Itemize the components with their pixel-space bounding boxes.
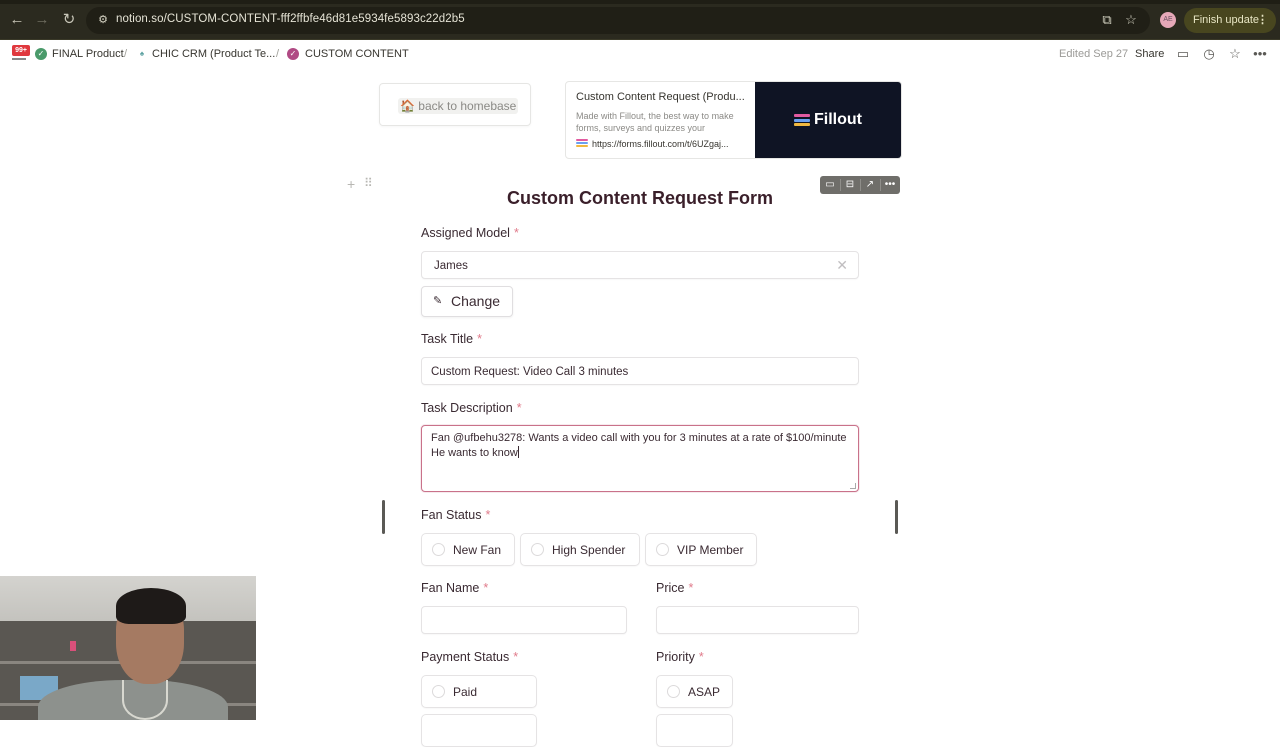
- price-label: Price *: [656, 581, 694, 595]
- task-description-label: Task Description *: [421, 401, 522, 415]
- fan-name-input[interactable]: [421, 606, 627, 634]
- assigned-model-value: James: [434, 260, 468, 272]
- bookmark-title: Custom Content Request (Produ...: [576, 91, 745, 103]
- fan-status-label: Fan Status *: [421, 508, 491, 522]
- drag-handle-icon[interactable]: ⠿: [364, 176, 373, 190]
- option-label: New Fan: [453, 543, 502, 557]
- fillout-logo-text: Fillout: [814, 111, 862, 128]
- check-badge-icon: ✓: [287, 48, 299, 60]
- embed-resize-handle-left[interactable]: [382, 500, 385, 534]
- more-vertical-icon: ⋮: [1257, 14, 1268, 26]
- price-input[interactable]: [656, 606, 859, 634]
- radio-icon: [531, 543, 544, 556]
- breadcrumb-item-final-product[interactable]: FINAL Product: [52, 48, 124, 60]
- radio-icon: [432, 685, 445, 698]
- bookmark-preview-image: Fillout: [755, 82, 901, 158]
- task-description-textarea[interactable]: Fan @ufbehu3278: Wants a video call with…: [421, 425, 859, 492]
- address-bar[interactable]: ⚙ notion.so/CUSTOM-CONTENT-fff2ffbfe46d8…: [86, 7, 1150, 34]
- radio-icon: [432, 543, 445, 556]
- more-options-icon[interactable]: •••: [1252, 46, 1268, 62]
- breadcrumb-separator: /: [124, 48, 128, 60]
- edited-timestamp: Edited Sep 27: [1059, 48, 1129, 60]
- option-label: ASAP: [688, 685, 721, 699]
- priority-option-next[interactable]: [656, 714, 733, 747]
- fan-status-option-high-spender[interactable]: High Spender: [520, 533, 640, 566]
- breadcrumb-item-custom-content[interactable]: CUSTOM CONTENT: [305, 48, 409, 60]
- fillout-bookmark-card[interactable]: Custom Content Request (Produ... Made wi…: [565, 81, 902, 159]
- shelf-item: [70, 641, 76, 651]
- fillout-favicon-icon: [576, 139, 588, 149]
- bookmark-description: Made with Fillout, the best way to make …: [576, 111, 734, 133]
- change-model-button[interactable]: ✎ Change: [421, 286, 513, 317]
- breadcrumb-separator: /: [276, 48, 280, 60]
- site-settings-icon[interactable]: ⚙: [96, 13, 110, 27]
- profile-avatar[interactable]: AE: [1160, 12, 1176, 28]
- radio-icon: [667, 685, 680, 698]
- option-label: Paid: [453, 685, 478, 699]
- payment-status-label: Payment Status *: [421, 650, 519, 664]
- payment-status-option-paid[interactable]: Paid: [421, 675, 537, 708]
- payment-status-option-next[interactable]: [421, 714, 537, 747]
- notification-badge[interactable]: 99+: [12, 45, 30, 56]
- history-clock-icon[interactable]: ◷: [1201, 46, 1217, 62]
- forward-arrow-icon[interactable]: →: [33, 11, 51, 29]
- browser-toolbar: ← → ↻ ⚙ notion.so/CUSTOM-CONTENT-fff2ffb…: [0, 0, 1280, 40]
- option-label: VIP Member: [677, 543, 744, 557]
- webcam-overlay: [0, 576, 256, 720]
- form-title: Custom Content Request Form: [506, 188, 773, 208]
- fan-status-option-new-fan[interactable]: New Fan: [421, 533, 515, 566]
- back-to-homebase-label: back to homebase: [418, 99, 517, 113]
- assigned-model-label: Assigned Model *: [421, 226, 519, 240]
- favorite-star-icon[interactable]: ☆: [1227, 46, 1243, 62]
- priority-label: Priority *: [656, 650, 704, 664]
- fan-name-label: Fan Name *: [421, 581, 489, 595]
- priority-option-asap[interactable]: ASAP: [656, 675, 733, 708]
- edit-icon: ✎: [433, 295, 443, 307]
- finish-update-button[interactable]: Finish update ⋮: [1184, 8, 1276, 33]
- share-button[interactable]: Share: [1135, 48, 1164, 60]
- assigned-model-field[interactable]: James ✕: [421, 251, 859, 279]
- change-label: Change: [451, 293, 501, 309]
- clear-icon[interactable]: ✕: [836, 257, 848, 274]
- task-title-value: Custom Request: Video Call 3 minutes: [431, 366, 629, 378]
- add-block-icon[interactable]: +: [347, 176, 355, 192]
- reload-icon[interactable]: ↻: [60, 11, 78, 29]
- fan-status-option-vip-member[interactable]: VIP Member: [645, 533, 757, 566]
- comments-icon[interactable]: ▭: [1175, 46, 1191, 62]
- embed-resize-handle-right[interactable]: [895, 500, 898, 534]
- check-badge-icon: ✓: [35, 48, 47, 60]
- back-arrow-icon[interactable]: ←: [8, 11, 26, 29]
- breadcrumb-item-chic-crm[interactable]: CHIC CRM (Product Te...: [152, 48, 275, 60]
- bookmark-star-icon[interactable]: ☆: [1123, 12, 1139, 28]
- task-title-input[interactable]: Custom Request: Video Call 3 minutes: [421, 357, 859, 385]
- webcam-person-hair: [116, 588, 186, 624]
- fillout-logo-icon: [794, 114, 810, 128]
- url-text[interactable]: notion.so/CUSTOM-CONTENT-fff2ffbfe46d81e…: [116, 13, 465, 25]
- back-to-homebase-button[interactable]: 🏠 back to homebase: [379, 83, 531, 126]
- bookmark-url: https://forms.fillout.com/t/6UZgaj...: [592, 139, 729, 149]
- radio-icon: [656, 543, 669, 556]
- webcam-person-chain: [122, 680, 168, 720]
- tab-strip: [0, 0, 1280, 4]
- task-description-value: Fan @ufbehu3278: Wants a video call with…: [431, 432, 847, 459]
- embed-more-icon[interactable]: •••: [880, 176, 900, 194]
- task-title-label: Task Title *: [421, 332, 482, 346]
- option-label: High Spender: [552, 543, 626, 557]
- open-original-icon[interactable]: ↗: [860, 176, 880, 194]
- finish-update-label: Finish update: [1193, 14, 1260, 26]
- notion-topbar: 99+ ✓ FINAL Product / ♠ CHIC CRM (Produc…: [0, 41, 1280, 69]
- textarea-resize-grip[interactable]: [850, 483, 856, 489]
- sidebar-toggle-icon[interactable]: [12, 58, 26, 60]
- open-in-app-icon[interactable]: ⧉: [1099, 12, 1115, 28]
- crm-icon: ♠: [136, 48, 148, 60]
- text-caret: [517, 445, 519, 458]
- house-icon: 🏠: [400, 99, 415, 113]
